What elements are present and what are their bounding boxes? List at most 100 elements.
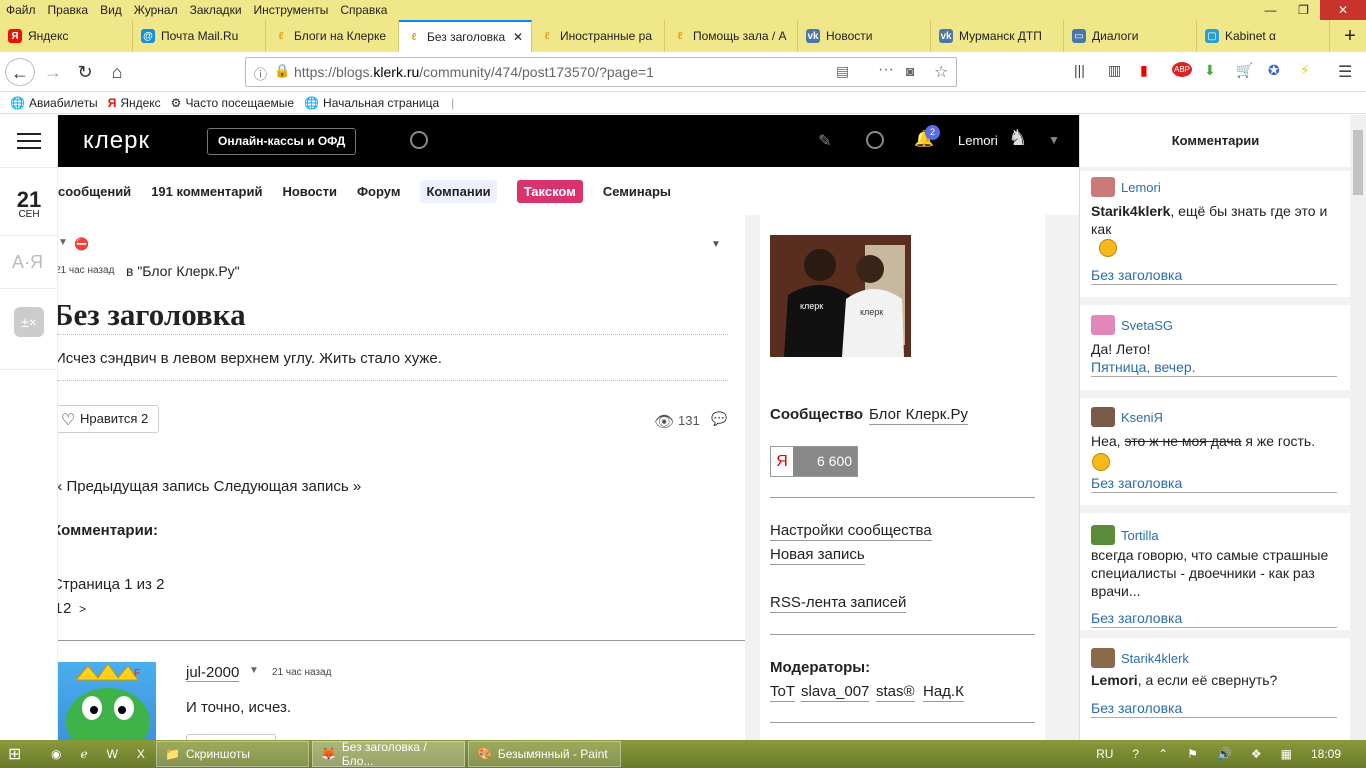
comment-user[interactable]: SvetaSG <box>1091 315 1173 335</box>
moderator-link[interactable]: stas® <box>876 683 915 702</box>
minimize-button[interactable]: — <box>1254 0 1287 20</box>
reload-icon[interactable]: ↻ <box>70 58 100 86</box>
community-photo[interactable]: клерк клерк <box>770 235 911 357</box>
tab-yandex[interactable]: Я Яндекс <box>0 20 133 52</box>
more-icon[interactable]: ··· <box>878 61 894 79</box>
comment-user[interactable]: Lemori <box>1091 177 1161 197</box>
nav-seminars[interactable]: Семинары <box>603 184 671 199</box>
adblock-icon[interactable]: ABP <box>1172 62 1193 77</box>
tab-blogs[interactable]: ℓ Блоги на Клерке <box>266 20 399 52</box>
rss-link[interactable]: RSS-лента записей <box>770 594 907 613</box>
word-icon[interactable]: W <box>99 741 126 767</box>
close-window-button[interactable]: ✕ <box>1320 0 1366 20</box>
post-blog[interactable]: в "Блог Клерк.Ру" <box>126 263 240 279</box>
bookmark-home[interactable]: 🌐 Начальная страница <box>304 96 439 110</box>
menu-history[interactable]: Журнал <box>128 3 184 17</box>
close-tab-icon[interactable]: ✕ <box>513 30 523 44</box>
nav-companies[interactable]: Компании <box>420 179 497 203</box>
info-icon[interactable]: ⓘ <box>254 64 267 83</box>
yandex-ext-icon[interactable]: ⚡ <box>1300 62 1310 79</box>
like-button[interactable]: ♡ Нравится 2 <box>58 405 160 433</box>
nav-taxcom[interactable]: Такском <box>516 179 583 203</box>
post-navigation[interactable]: « Предыдущая запись Следующая запись » <box>58 478 361 495</box>
chat-icon[interactable] <box>866 131 884 149</box>
calculator-icon[interactable]: ±× <box>14 307 44 337</box>
pencil-icon[interactable]: ✎ <box>818 131 831 151</box>
menu-file[interactable]: Файл <box>0 3 42 17</box>
dropbox-icon[interactable]: ❖ <box>1243 741 1270 767</box>
speaker-icon[interactable]: 🔊 <box>1209 741 1240 767</box>
chevron-down-icon[interactable]: ▼ <box>249 665 259 676</box>
kassa-button[interactable]: Онлайн-кассы и ОФД <box>207 128 357 155</box>
moderator-link[interactable]: ToT <box>770 683 796 702</box>
user-avatar[interactable]: ♞ <box>1008 125 1034 157</box>
community-link[interactable]: Блог Клерк.Ру <box>869 406 968 425</box>
page-next[interactable]: > <box>79 602 86 616</box>
comment-post-link[interactable]: Без заголовка <box>1091 474 1337 493</box>
chevron-down-icon[interactable]: ▼ <box>58 237 68 248</box>
ie-icon[interactable]: ℯ <box>72 741 95 767</box>
comment-post-link[interactable]: Без заголовка <box>1091 609 1337 628</box>
yandex-subscribe-button[interactable]: Я 6 600 <box>770 446 858 477</box>
comment-post-link[interactable]: Без заголовка <box>1091 266 1337 285</box>
download-icon[interactable]: ⬇ <box>1204 62 1216 79</box>
new-post-link[interactable]: Новая запись <box>770 546 865 565</box>
back-icon[interactable]: ← <box>5 58 35 86</box>
start-icon[interactable]: ⊞ <box>0 741 40 767</box>
hamburger-icon[interactable] <box>17 133 41 149</box>
chevron-down-icon[interactable]: ▼ <box>1048 133 1060 147</box>
nav-news[interactable]: Новости <box>282 184 337 199</box>
tab-foreign[interactable]: ℓ Иностранные ра <box>532 20 665 52</box>
tab-kabinet[interactable]: ▢ Kabinet α <box>1197 20 1330 52</box>
library-icon[interactable]: ||| <box>1074 62 1085 78</box>
tab-news[interactable]: vk Новости <box>798 20 931 52</box>
moderator-link[interactable]: slava_007 <box>801 683 870 702</box>
maximize-button[interactable]: ❐ <box>1287 0 1320 20</box>
klerk-logo[interactable]: клерк <box>83 127 150 155</box>
reader-icon[interactable]: ▤ <box>836 63 849 80</box>
chrome-icon[interactable]: ◉ <box>43 741 69 767</box>
taskbar-paint[interactable]: 🎨 Безымянный - Paint <box>467 741 621 767</box>
tab-dialogs[interactable]: ▭ Диалоги <box>1064 20 1197 52</box>
url-text[interactable]: https://blogs.klerk.ru/community/474/pos… <box>294 64 654 80</box>
excel-icon[interactable]: X <box>129 741 153 767</box>
comment-post-link[interactable]: Без заголовка <box>1091 699 1337 718</box>
dictionary-icon[interactable]: А·Я <box>12 252 43 273</box>
menu-view[interactable]: Вид <box>94 3 128 17</box>
bookmark-avia[interactable]: 🌐 Авиабилеты <box>10 96 98 110</box>
menu-bookmarks[interactable]: Закладки <box>184 3 248 17</box>
nav-messages[interactable]: сообщений <box>58 184 131 199</box>
taskbar-explorer[interactable]: 📁 Скриншоты <box>155 741 309 767</box>
community-settings-link[interactable]: Настройки сообщества <box>770 522 932 541</box>
forward-icon[interactable]: → <box>38 58 68 86</box>
comment-user[interactable]: Starik4klerk <box>1091 648 1189 668</box>
menu-edit[interactable]: Правка <box>42 3 95 17</box>
lock-warning-icon[interactable]: 🔒 <box>274 63 290 79</box>
nav-comments[interactable]: 191 комментарий <box>151 184 262 199</box>
network-icon[interactable]: ▦ <box>1273 741 1300 767</box>
bookmark-yandex[interactable]: Я Яндекс <box>108 96 161 110</box>
bookmark-frequent[interactable]: ⚙ Часто посещаемые <box>171 96 294 110</box>
comment-icon[interactable]: 💬 <box>711 411 727 427</box>
tab-current[interactable]: ℓ Без заголовка ✕ <box>399 20 532 52</box>
author-icon[interactable]: ⛔ <box>74 237 89 251</box>
user-name[interactable]: Lemori <box>958 133 998 148</box>
menu-help[interactable]: Справка <box>334 3 393 17</box>
tray-up-icon[interactable]: ⌃ <box>1150 741 1176 767</box>
cart-icon[interactable]: 🛒 <box>1236 62 1253 79</box>
home-icon[interactable]: ⌂ <box>102 58 132 86</box>
page-2[interactable]: 2 <box>63 600 71 617</box>
menu-icon[interactable]: ☰ <box>1338 62 1352 82</box>
help-icon[interactable]: ? <box>1124 741 1147 767</box>
url-bar[interactable]: ⓘ 🔒 https://blogs.klerk.ru/community/474… <box>245 57 957 87</box>
comment-user[interactable]: KseniЯ <box>1091 407 1163 427</box>
tab-mail[interactable]: @ Почта Mail.Ru <box>133 20 266 52</box>
new-tab-button[interactable]: + <box>1334 20 1366 52</box>
taskbar-firefox[interactable]: 🦊 Без заголовка / Бло... <box>311 740 465 768</box>
clock[interactable]: 18:09 <box>1303 741 1363 767</box>
scrollbar-thumb[interactable] <box>1353 130 1363 195</box>
sidebar-icon[interactable]: ▥ <box>1108 62 1121 79</box>
star-icon[interactable]: ☆ <box>934 62 948 82</box>
nav-forum[interactable]: Форум <box>357 184 400 199</box>
language-indicator[interactable]: RU <box>1088 741 1121 767</box>
